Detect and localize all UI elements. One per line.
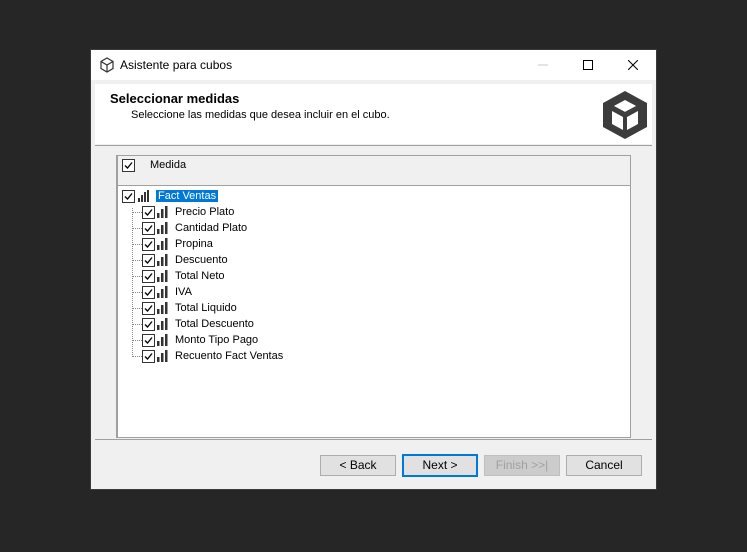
measure-checkbox[interactable]	[142, 318, 155, 331]
measure-checkbox[interactable]	[142, 238, 155, 251]
tree-connector	[132, 356, 142, 357]
page-subtitle: Seleccione las medidas que desea incluir…	[131, 109, 390, 121]
wizard-header: Seleccionar medidas Seleccione las medid…	[95, 84, 652, 144]
tree-item-label: Total Neto	[175, 270, 225, 282]
measure-icon	[157, 334, 168, 346]
tree-item[interactable]: Recuento Fact Ventas	[142, 349, 342, 365]
tree-connector	[132, 308, 142, 309]
measure-checkbox[interactable]	[142, 302, 155, 315]
tree-root-fact-ventas[interactable]: Fact Ventas	[122, 189, 322, 205]
minimize-icon	[538, 64, 548, 66]
page-title: Seleccionar medidas	[110, 91, 240, 106]
tree-item-label: Descuento	[175, 254, 228, 266]
measure-icon	[157, 302, 168, 314]
tree-item-label: Propina	[175, 238, 213, 250]
tree-item[interactable]: Total Neto	[142, 269, 342, 285]
close-icon	[628, 60, 638, 70]
measure-icon	[157, 286, 168, 298]
tree-item[interactable]: Precio Plato	[142, 205, 342, 221]
tree-item[interactable]: IVA	[142, 285, 342, 301]
next-button[interactable]: Next >	[402, 454, 478, 477]
measure-checkbox[interactable]	[142, 222, 155, 235]
tree-connector	[132, 244, 142, 245]
header-divider	[95, 145, 652, 146]
tree-item[interactable]: Cantidad Plato	[142, 221, 342, 237]
minimize-button[interactable]	[520, 50, 566, 80]
tree-connector	[132, 340, 142, 341]
measure-icon	[157, 270, 168, 282]
tree-connector	[132, 228, 142, 229]
finish-button[interactable]: Finish >>|	[484, 455, 560, 476]
footer-divider	[95, 439, 652, 440]
measure-group-icon	[138, 190, 149, 202]
root-checkbox[interactable]	[122, 190, 135, 203]
measure-icon	[157, 254, 168, 266]
measure-checkbox[interactable]	[142, 254, 155, 267]
measure-checkbox[interactable]	[142, 206, 155, 219]
column-header: Medida	[118, 156, 630, 186]
measure-checkbox[interactable]	[142, 286, 155, 299]
measure-checkbox[interactable]	[142, 350, 155, 363]
close-button[interactable]	[610, 50, 656, 80]
tree-item[interactable]: Propina	[142, 237, 342, 253]
cube-icon	[99, 57, 115, 73]
measure-icon	[157, 222, 168, 234]
tree-connector	[132, 260, 142, 261]
measure-icon	[157, 318, 168, 330]
tree-item[interactable]: Monto Tipo Pago	[142, 333, 342, 349]
tree-item[interactable]: Total Liquido	[142, 301, 342, 317]
maximize-button[interactable]	[565, 50, 611, 80]
tree-item-label: IVA	[175, 286, 192, 298]
tree-item-label: Monto Tipo Pago	[175, 334, 259, 346]
measure-checkbox[interactable]	[142, 270, 155, 283]
tree-item-label: Precio Plato	[175, 206, 235, 218]
tree-connector	[132, 276, 142, 277]
tree-item-label: Cantidad Plato	[175, 222, 248, 234]
root-label: Fact Ventas	[156, 190, 219, 202]
cancel-button[interactable]: Cancel	[566, 455, 642, 476]
tree-item[interactable]: Descuento	[142, 253, 342, 269]
title-bar: Asistente para cubos	[91, 50, 656, 80]
tree-connector	[132, 292, 142, 293]
window-title: Asistente para cubos	[120, 58, 233, 72]
cube-logo-icon	[603, 91, 647, 139]
measure-icon	[157, 238, 168, 250]
measure-icon	[157, 206, 168, 218]
tree-item[interactable]: Total Descuento	[142, 317, 342, 333]
tree-connector	[132, 212, 142, 213]
tree-item-label: Total Liquido	[175, 302, 237, 314]
tree-item-label: Total Descuento	[175, 318, 254, 330]
tree-item-label: Recuento Fact Ventas	[175, 350, 284, 362]
wizard-window: Asistente para cubos Seleccionar medidas…	[91, 50, 656, 489]
tree-connector	[132, 324, 142, 325]
measure-checkbox[interactable]	[142, 334, 155, 347]
back-button[interactable]: < Back	[320, 455, 396, 476]
maximize-icon	[583, 60, 593, 70]
measure-icon	[157, 350, 168, 362]
measures-tree[interactable]: Medida Fact Ventas Precio Plato Cantidad …	[116, 155, 631, 438]
